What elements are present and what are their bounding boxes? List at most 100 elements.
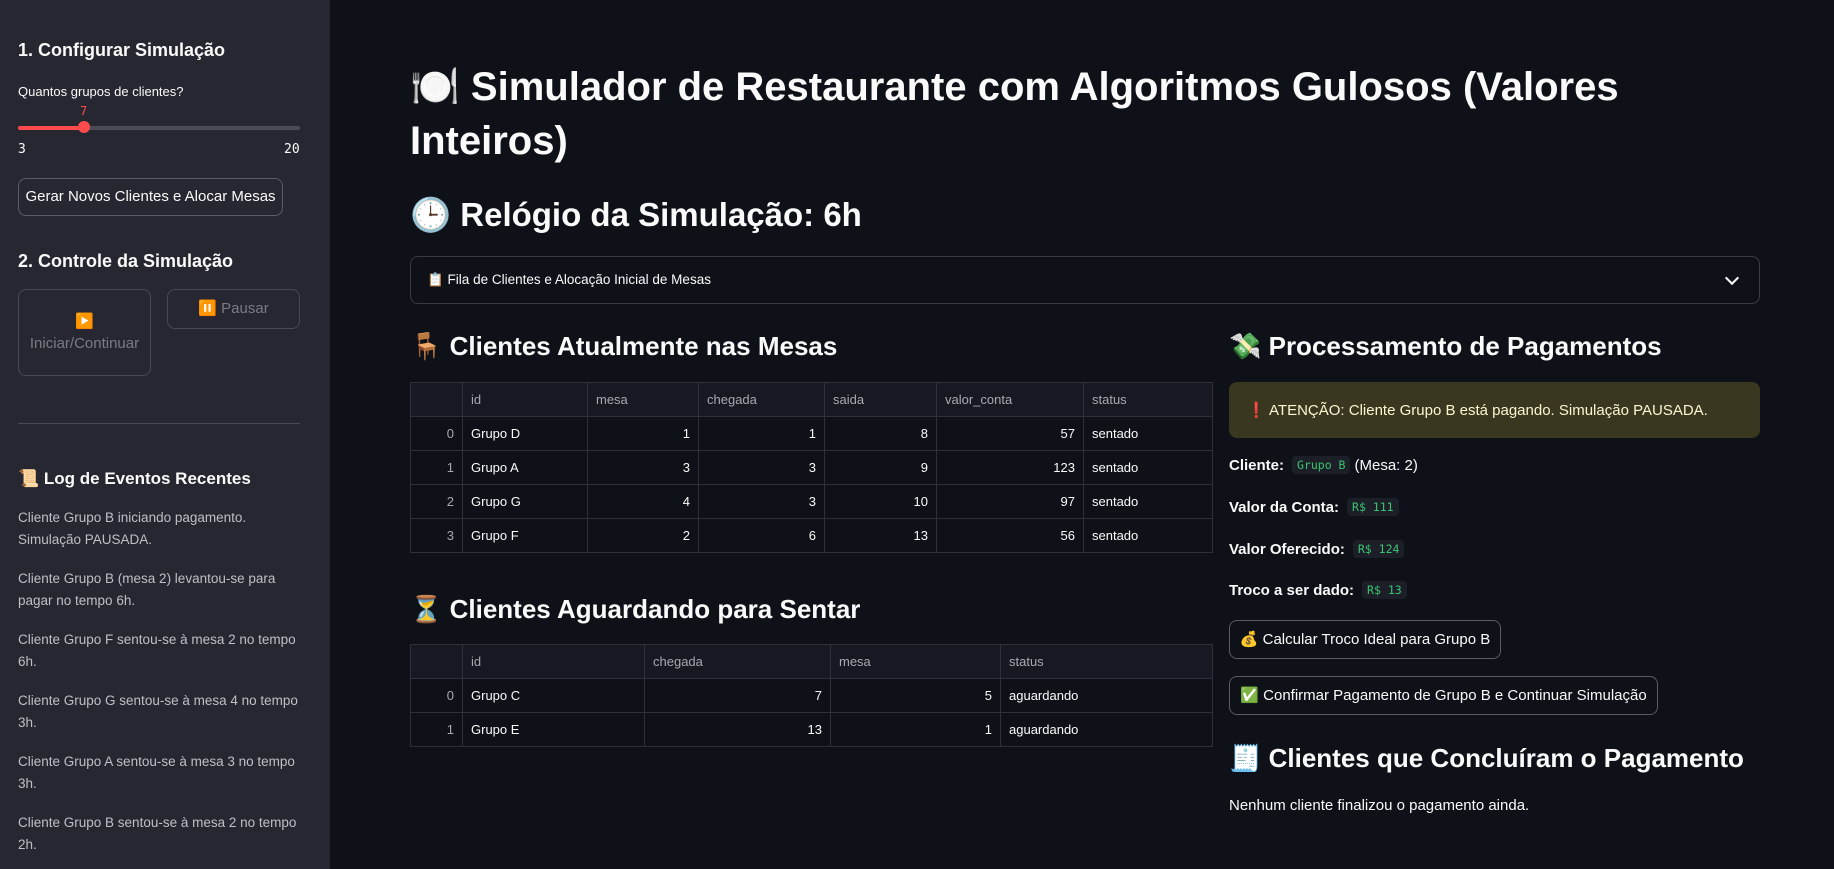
payment-bill-row: Valor da Conta: R$ 111 — [1229, 498, 1399, 516]
slider-thumb[interactable] — [78, 121, 91, 133]
slider-value: 7 — [80, 104, 88, 118]
column-header[interactable]: id — [462, 644, 645, 679]
slider-track[interactable] — [18, 126, 300, 130]
seated-table[interactable]: id mesa chegada saida valor_conta status… — [410, 382, 1213, 553]
offered-value: R$ 124 — [1352, 540, 1405, 558]
payments-title: 💸 Processamento de Pagamentos — [1229, 331, 1662, 361]
cell: 0 — [410, 416, 463, 451]
cell: 0 — [410, 678, 463, 713]
column-header[interactable] — [410, 382, 463, 417]
column-header[interactable]: mesa — [587, 382, 699, 417]
waiting-table[interactable]: id chegada mesa status 0 Grupo C 7 5 agu… — [410, 644, 1213, 747]
slider-min: 3 — [18, 142, 26, 157]
page-title: 🍽️ Simulador de Restaurante com Algoritm… — [410, 65, 1619, 163]
client-table: (Mesa: 2) — [1354, 456, 1418, 474]
column-header[interactable]: id — [462, 382, 588, 417]
cell: 13 — [824, 518, 937, 553]
column-header[interactable]: status — [1000, 644, 1213, 679]
cell: 1 — [830, 712, 1001, 747]
cell: Grupo F — [462, 518, 588, 553]
completed-title: 🧾 Clientes que Concluíram o Pagamento — [1229, 743, 1744, 773]
cell: sentado — [1083, 484, 1213, 519]
sidebar: 1. Configurar Simulação Quantos grupos d… — [0, 0, 330, 869]
table-row[interactable]: 0 Grupo C 7 5 aguardando — [410, 678, 1213, 713]
cell: 1 — [410, 450, 463, 485]
cell: 1 — [587, 416, 699, 451]
bill-value: R$ 111 — [1347, 498, 1399, 516]
table-row[interactable]: 3 Grupo F 2 6 13 56 sentado — [410, 518, 1213, 553]
cell: Grupo A — [462, 450, 588, 485]
section-title-configure: 1. Configurar Simulação — [18, 40, 226, 60]
column-header[interactable]: chegada — [698, 382, 825, 417]
cell: 3 — [698, 450, 825, 485]
cell: Grupo C — [462, 678, 645, 713]
table-row[interactable]: 1 Grupo E 13 1 aguardando — [410, 712, 1213, 747]
cell: 13 — [644, 712, 831, 747]
payment-change-row: Troco a ser dado: R$ 13 — [1229, 581, 1407, 599]
cell: 8 — [824, 416, 937, 451]
cell: sentado — [1083, 450, 1213, 485]
calculate-change-button[interactable]: 💰 Calcular Troco Ideal para Grupo B — [1229, 620, 1501, 659]
clock-heading: 🕒 Relógio da Simulação: 6h — [410, 196, 862, 233]
cell: sentado — [1083, 518, 1213, 553]
column-header[interactable] — [410, 644, 463, 679]
waiting-title: ⏳ Clientes Aguardando para Sentar — [410, 594, 861, 624]
section-title-control: 2. Controle da Simulação — [18, 251, 234, 271]
log-item: Cliente Grupo B (mesa 2) levantou-se par… — [18, 571, 276, 608]
sidebar-divider — [18, 423, 300, 424]
table-row[interactable]: 1 Grupo A 3 3 9 123 sentado — [410, 450, 1213, 485]
log-item: Cliente Grupo B sentou-se à mesa 2 no te… — [18, 815, 297, 852]
seated-title: 🪑 Clientes Atualmente nas Mesas — [410, 331, 838, 361]
cell: 2 — [587, 518, 699, 553]
column-header[interactable]: mesa — [830, 644, 1001, 679]
queue-expander[interactable]: 📋 Fila de Clientes e Alocação Inicial de… — [410, 256, 1760, 304]
cell: 10 — [824, 484, 937, 519]
cell: 1 — [410, 712, 463, 747]
client-value: Grupo B — [1292, 456, 1351, 474]
cell: 3 — [698, 484, 825, 519]
table-header-row: id mesa chegada saida valor_conta status — [410, 382, 1213, 417]
cell: aguardando — [1000, 678, 1213, 713]
column-header[interactable]: saida — [824, 382, 937, 417]
cell: 123 — [936, 450, 1084, 485]
payment-offered-row: Valor Oferecido: R$ 124 — [1229, 540, 1405, 558]
confirm-payment-button[interactable]: ✅ Confirmar Pagamento de Grupo B e Conti… — [1229, 676, 1658, 715]
cell: 57 — [936, 416, 1084, 451]
change-value: R$ 13 — [1362, 581, 1407, 599]
log-item: Cliente Grupo F sentou-se à mesa 2 no te… — [18, 632, 296, 669]
cell: 97 — [936, 484, 1084, 519]
slider-label: Quantos grupos de clientes? — [18, 84, 184, 99]
log-item: Cliente Grupo A sentou-se à mesa 3 no te… — [18, 754, 295, 791]
column-header[interactable]: chegada — [644, 644, 831, 679]
column-header[interactable]: status — [1083, 382, 1213, 417]
cell: 6 — [698, 518, 825, 553]
column-header[interactable]: valor_conta — [936, 382, 1084, 417]
table-row[interactable]: 0 Grupo D 1 1 8 57 sentado — [410, 416, 1213, 451]
cell: Grupo D — [462, 416, 588, 451]
generate-clients-button[interactable]: Gerar Novos Clientes e Alocar Mesas — [18, 178, 283, 216]
table-row[interactable]: 2 Grupo G 4 3 10 97 sentado — [410, 484, 1213, 519]
slider-max: 20 — [284, 142, 300, 157]
cell: aguardando — [1000, 712, 1213, 747]
cell: 3 — [410, 518, 463, 553]
offered-label: Valor Oferecido: — [1229, 540, 1345, 558]
start-continue-button[interactable]: ▶️ Iniciar/Continuar — [18, 289, 151, 376]
cell: 56 — [936, 518, 1084, 553]
cell: Grupo E — [462, 712, 645, 747]
completed-note: Nenhum cliente finalizou o pagamento ain… — [1229, 797, 1530, 814]
cell: 4 — [587, 484, 699, 519]
expander-label: 📋 Fila de Clientes e Alocação Inicial de… — [427, 272, 711, 287]
cell: 9 — [824, 450, 937, 485]
change-label: Troco a ser dado: — [1229, 581, 1355, 599]
bill-label: Valor da Conta: — [1229, 498, 1340, 516]
payment-alert: ❗ ATENÇÃO: Cliente Grupo B está pagando.… — [1229, 382, 1760, 438]
chevron-down-icon — [1724, 270, 1740, 286]
table-header-row: id chegada mesa status — [410, 644, 1213, 679]
client-label: Cliente: — [1229, 456, 1285, 474]
cell: 3 — [587, 450, 699, 485]
log-item: Cliente Grupo B iniciando pagamento. Sim… — [18, 510, 247, 547]
cell: Grupo G — [462, 484, 588, 519]
log-title: 📜 Log de Eventos Recentes — [18, 469, 251, 488]
pause-button[interactable]: ⏸️ Pausar — [167, 289, 300, 329]
cell: 2 — [410, 484, 463, 519]
